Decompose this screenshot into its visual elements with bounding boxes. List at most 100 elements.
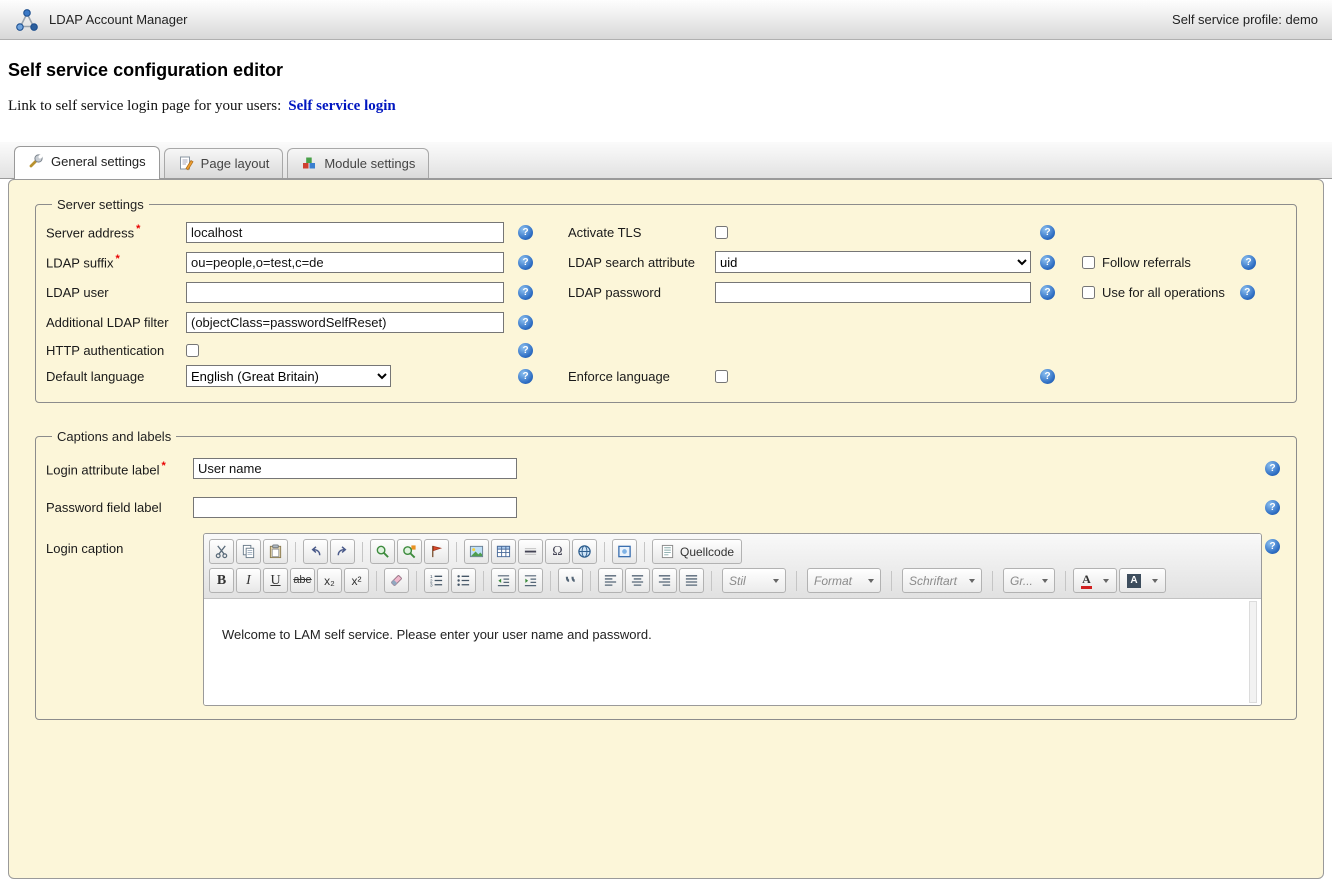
image-icon[interactable] bbox=[464, 539, 489, 564]
use-for-all-operations-checkbox[interactable] bbox=[1082, 286, 1095, 299]
server-address-label: Server address* bbox=[46, 223, 186, 240]
help-icon[interactable]: ? bbox=[518, 255, 533, 270]
font-dropdown[interactable]: Schriftart bbox=[902, 568, 982, 593]
editor-content-area[interactable]: Welcome to LAM self service. Please ente… bbox=[204, 599, 1261, 705]
copy-icon[interactable] bbox=[236, 539, 261, 564]
superscript-icon[interactable]: x² bbox=[344, 568, 369, 593]
help-icon[interactable]: ? bbox=[1240, 285, 1255, 300]
password-field-label: Password field label bbox=[46, 500, 193, 515]
iframe-icon[interactable] bbox=[612, 539, 637, 564]
indent-icon[interactable] bbox=[518, 568, 543, 593]
editor-content-text: Welcome to LAM self service. Please ente… bbox=[222, 627, 652, 642]
globe-icon[interactable] bbox=[572, 539, 597, 564]
toolbar-separator bbox=[362, 542, 363, 562]
find-icon[interactable] bbox=[370, 539, 395, 564]
help-icon[interactable]: ? bbox=[1241, 255, 1256, 270]
additional-ldap-filter-input[interactable] bbox=[186, 312, 504, 333]
login-attribute-input[interactable] bbox=[193, 458, 517, 479]
align-right-icon[interactable] bbox=[652, 568, 677, 593]
help-icon[interactable]: ? bbox=[518, 225, 533, 240]
help-icon[interactable]: ? bbox=[1040, 225, 1055, 240]
editor-scrollbar[interactable] bbox=[1249, 601, 1257, 703]
bold-icon[interactable]: B bbox=[209, 568, 234, 593]
http-authentication-row: HTTP authentication ? bbox=[46, 337, 1286, 363]
help-icon[interactable]: ? bbox=[518, 285, 533, 300]
ldap-suffix-input[interactable] bbox=[186, 252, 504, 273]
italic-icon[interactable]: I bbox=[236, 568, 261, 593]
help-icon[interactable]: ? bbox=[1040, 255, 1055, 270]
cut-icon[interactable] bbox=[209, 539, 234, 564]
tab-general-settings[interactable]: General settings bbox=[14, 146, 160, 179]
help-icon[interactable]: ? bbox=[1265, 500, 1280, 515]
self-service-login-link[interactable]: Self service login bbox=[288, 98, 395, 114]
ldap-suffix-row: LDAP suffix* ? LDAP search attribute uid… bbox=[46, 247, 1286, 277]
horizontal-rule-icon[interactable] bbox=[518, 539, 543, 564]
outdent-icon[interactable] bbox=[491, 568, 516, 593]
toolbar-separator bbox=[644, 542, 645, 562]
required-marker: * bbox=[115, 253, 119, 265]
paste-icon[interactable] bbox=[263, 539, 288, 564]
chevron-down-icon bbox=[1103, 579, 1109, 583]
table-icon[interactable] bbox=[491, 539, 516, 564]
style-dropdown[interactable]: Stil bbox=[722, 568, 786, 593]
undo-icon[interactable] bbox=[303, 539, 328, 564]
additional-ldap-filter-label: Additional LDAP filter bbox=[46, 315, 186, 330]
http-authentication-checkbox[interactable] bbox=[186, 344, 199, 357]
help-icon[interactable]: ? bbox=[1040, 285, 1055, 300]
enforce-language-checkbox[interactable] bbox=[715, 370, 728, 383]
toolbar-separator bbox=[711, 571, 712, 591]
chevron-down-icon bbox=[969, 579, 975, 583]
help-icon[interactable]: ? bbox=[1040, 369, 1055, 384]
tab-page-layout[interactable]: Page layout bbox=[164, 148, 284, 178]
chevron-down-icon bbox=[1042, 579, 1048, 583]
background-color-button[interactable]: A bbox=[1119, 568, 1166, 593]
strikethrough-icon[interactable]: abe bbox=[290, 568, 315, 593]
ldap-password-input[interactable] bbox=[715, 282, 1031, 303]
help-icon[interactable]: ? bbox=[518, 315, 533, 330]
modules-icon bbox=[301, 155, 317, 171]
remove-format-icon[interactable] bbox=[384, 568, 409, 593]
numbered-list-icon[interactable]: 123 bbox=[424, 568, 449, 593]
server-address-input[interactable] bbox=[186, 222, 504, 243]
server-settings-legend: Server settings bbox=[52, 197, 149, 212]
help-icon[interactable]: ? bbox=[518, 343, 533, 358]
spellcheck-flag-icon[interactable] bbox=[424, 539, 449, 564]
activate-tls-checkbox[interactable] bbox=[715, 226, 728, 239]
subscript-icon[interactable]: x₂ bbox=[317, 568, 342, 593]
chevron-down-icon bbox=[773, 579, 779, 583]
help-icon[interactable]: ? bbox=[1265, 539, 1280, 554]
help-icon[interactable]: ? bbox=[518, 369, 533, 384]
password-field-label-input[interactable] bbox=[193, 497, 517, 518]
special-character-icon[interactable]: Ω bbox=[545, 539, 570, 564]
wrench-icon bbox=[28, 153, 44, 169]
follow-referrals-label: Follow referrals bbox=[1102, 255, 1191, 270]
redo-icon[interactable] bbox=[330, 539, 355, 564]
text-color-button[interactable]: A bbox=[1073, 568, 1117, 593]
source-button[interactable]: Quellcode bbox=[652, 539, 742, 564]
bulleted-list-icon[interactable] bbox=[451, 568, 476, 593]
chevron-down-icon bbox=[868, 579, 874, 583]
ldap-search-attribute-select[interactable]: uid bbox=[715, 251, 1031, 273]
toolbar-separator bbox=[891, 571, 892, 591]
ldap-user-label: LDAP user bbox=[46, 285, 186, 300]
underline-icon[interactable]: U bbox=[263, 568, 288, 593]
replace-icon[interactable] bbox=[397, 539, 422, 564]
tab-page-layout-label: Page layout bbox=[201, 156, 270, 171]
captions-and-labels-fieldset: Captions and labels Login attribute labe… bbox=[35, 429, 1297, 720]
follow-referrals-checkbox[interactable] bbox=[1082, 256, 1095, 269]
align-center-icon[interactable] bbox=[625, 568, 650, 593]
font-size-dropdown[interactable]: Gr... bbox=[1003, 568, 1055, 593]
editor-toolbar: Ω Quellcode B I U abe bbox=[204, 534, 1261, 599]
toolbar-separator bbox=[1065, 571, 1066, 591]
blockquote-icon[interactable] bbox=[558, 568, 583, 593]
align-justify-icon[interactable] bbox=[679, 568, 704, 593]
toolbar-separator bbox=[992, 571, 993, 591]
format-dropdown[interactable]: Format bbox=[807, 568, 881, 593]
toolbar-separator bbox=[796, 571, 797, 591]
default-language-select[interactable]: English (Great Britain) bbox=[186, 365, 391, 387]
required-marker: * bbox=[161, 460, 165, 472]
ldap-user-input[interactable] bbox=[186, 282, 504, 303]
tab-module-settings[interactable]: Module settings bbox=[287, 148, 429, 178]
help-icon[interactable]: ? bbox=[1265, 461, 1280, 476]
align-left-icon[interactable] bbox=[598, 568, 623, 593]
